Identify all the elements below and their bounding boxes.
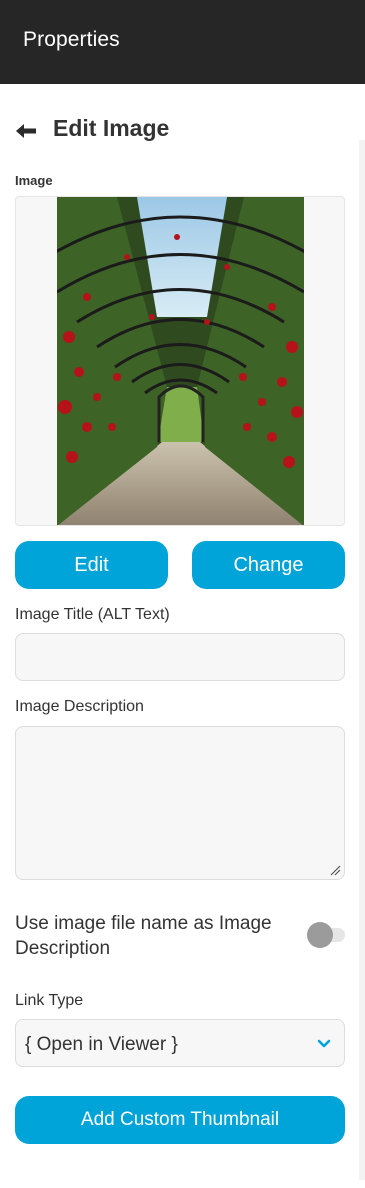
image-title-input[interactable] [15,633,345,681]
image-preview [15,196,345,526]
garden-arch-photo [57,197,304,525]
toggle-knob [307,922,333,948]
arrow-left-icon[interactable] [15,122,37,140]
header-title: Properties [23,28,120,51]
resize-grip-icon[interactable] [329,864,341,876]
use-filename-toggle[interactable] [307,921,345,949]
link-type-value: { Open in Viewer } [25,1034,178,1055]
image-description-label: Image Description [15,698,144,715]
back-button[interactable] [15,116,37,146]
image-title-label: Image Title (ALT Text) [15,606,170,623]
chevron-down-icon [317,1039,331,1048]
page-title: Edit Image [53,115,170,141]
change-button[interactable]: Change [192,541,345,589]
properties-header: Properties [0,0,365,84]
use-filename-label: Use image file name as Image Description [15,913,272,959]
edit-button[interactable]: Edit [15,541,168,589]
scrollbar[interactable] [359,140,365,1180]
link-type-select[interactable]: { Open in Viewer } [15,1019,345,1067]
add-custom-thumbnail-button[interactable]: Add Custom Thumbnail [15,1096,345,1144]
link-type-label: Link Type [15,992,84,1009]
image-section-label: Image [15,173,53,188]
image-description-textarea[interactable] [15,726,345,880]
